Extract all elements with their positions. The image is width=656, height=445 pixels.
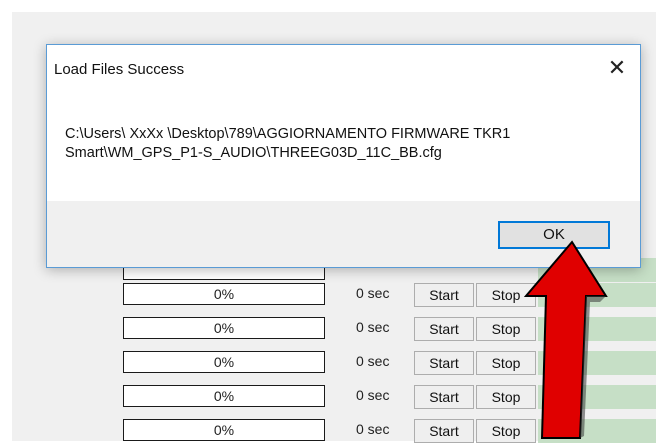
progress-value: 0% (123, 419, 325, 441)
progress-value: 0% (123, 351, 325, 373)
elapsed-time: 0 sec (356, 319, 390, 335)
dialog-title: Load Files Success (54, 61, 185, 78)
elapsed-time: 0 sec (356, 387, 390, 403)
start-button[interactable]: Start (414, 351, 474, 375)
progress-value: 0% (123, 385, 325, 407)
progress-value: 0% (123, 317, 325, 339)
elapsed-time: 0 sec (356, 353, 390, 369)
start-button[interactable]: Start (414, 419, 474, 443)
start-button[interactable]: Start (414, 317, 474, 341)
start-button[interactable]: Start (414, 283, 474, 307)
dialog-message: C:\Users\ XxXx \Desktop\789\AGGIORNAMENT… (65, 126, 511, 161)
close-button[interactable]: ✕ (594, 53, 640, 83)
elapsed-time: 0 sec (356, 285, 390, 301)
progress-value: 0% (123, 283, 325, 305)
elapsed-time: 0 sec (356, 421, 390, 437)
red-arrow-icon (523, 240, 608, 439)
close-icon: ✕ (607, 55, 627, 80)
load-files-success-dialog: Load Files Success ✕ C:\Users\ XxXx \Des… (46, 44, 641, 268)
start-button[interactable]: Start (414, 385, 474, 409)
